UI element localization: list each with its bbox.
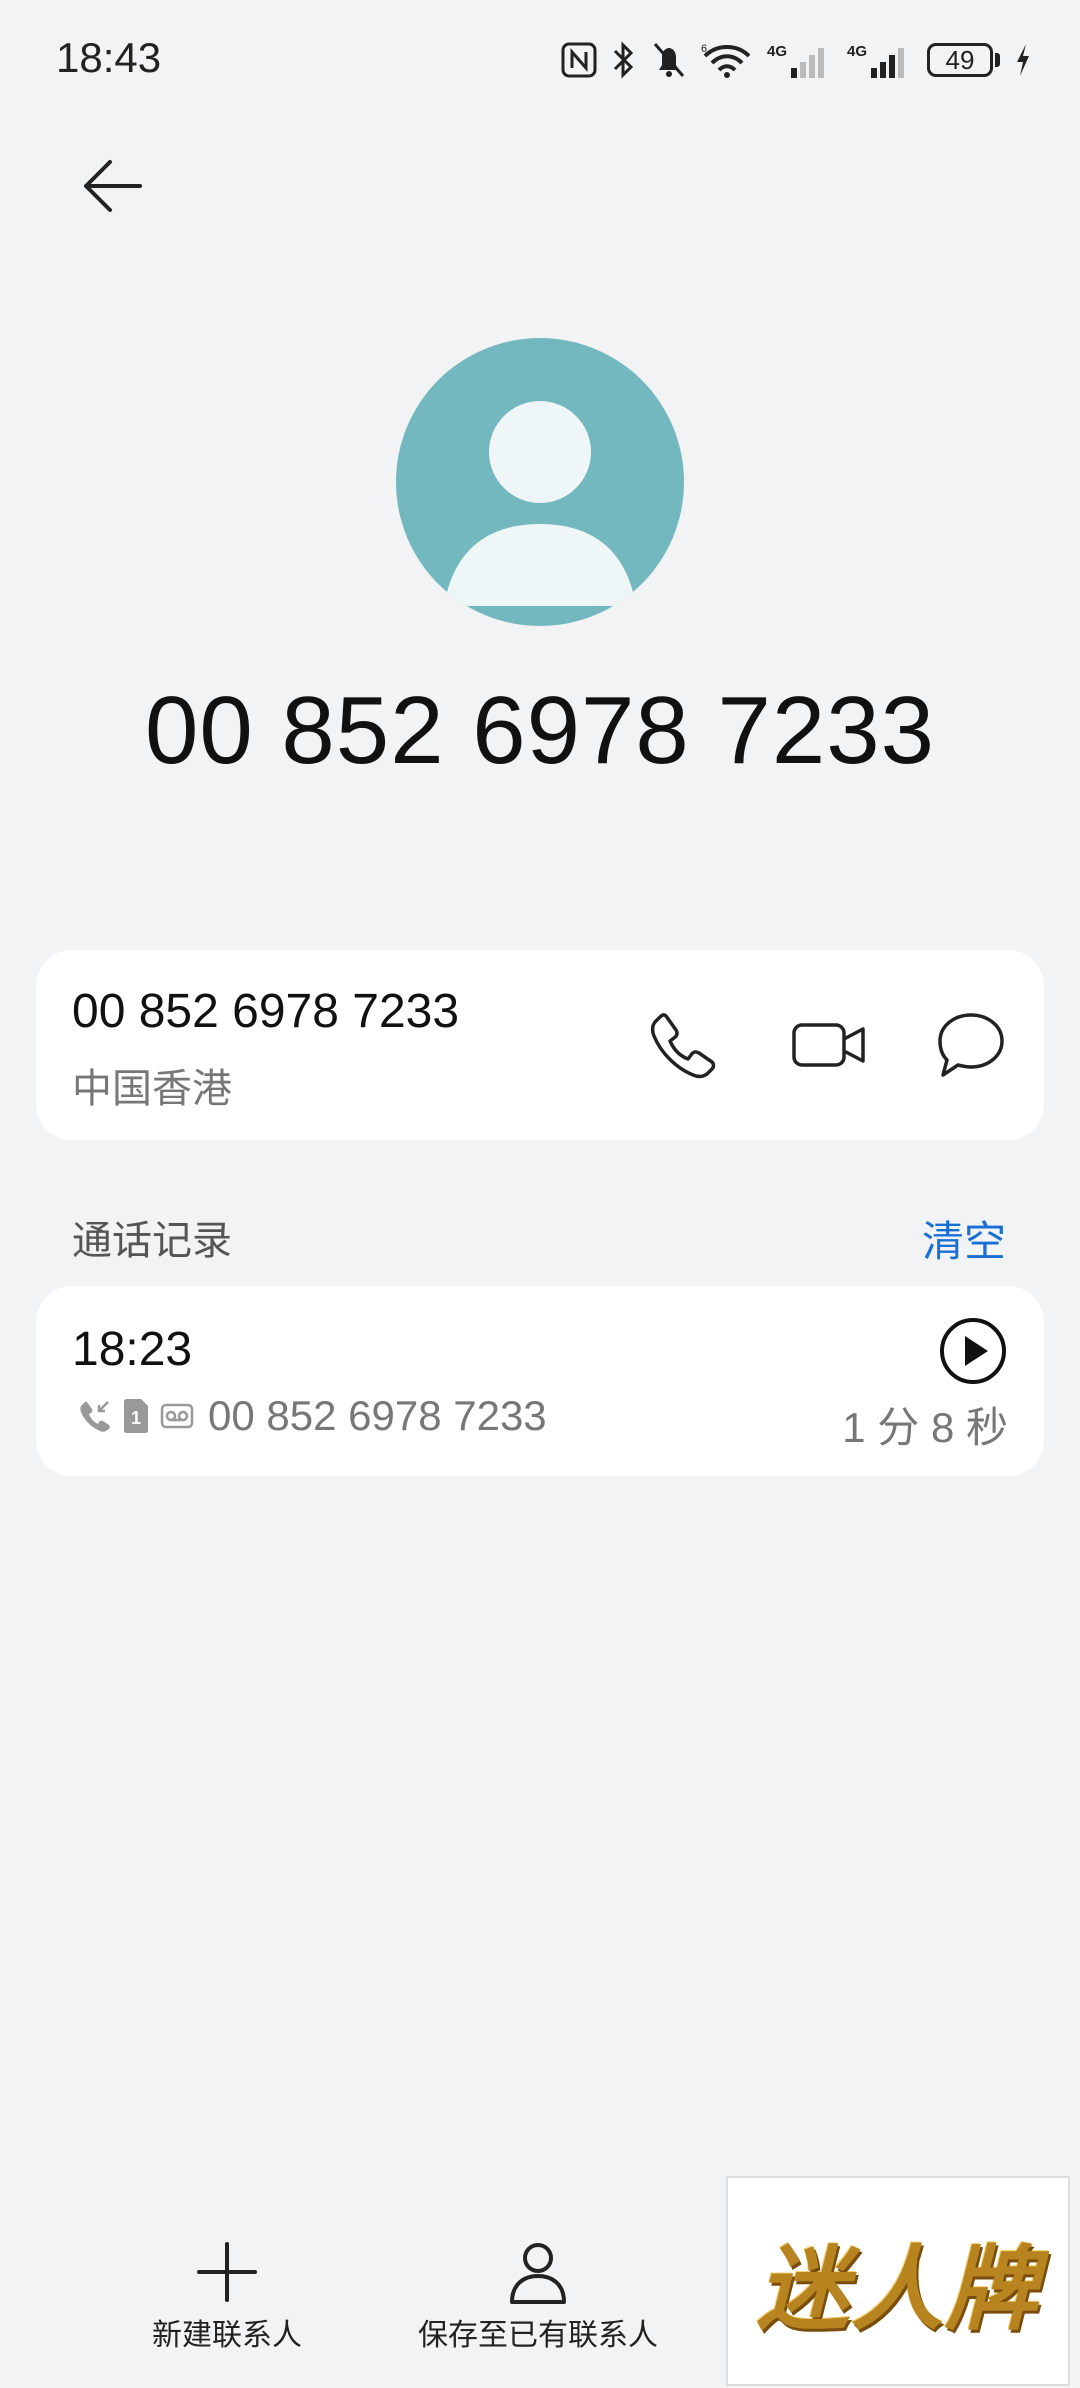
voicemail-icon	[160, 1403, 194, 1429]
back-arrow-icon	[84, 160, 142, 212]
phone-number[interactable]: 00 852 6978 7233	[72, 984, 459, 1039]
number-region: 中国香港	[72, 1067, 232, 1111]
new-contact-label: 新建联系人	[152, 2319, 302, 2352]
call-log-entry[interactable]: 18:23 1 00 852 6978 7233 1 分 8 秒	[36, 1286, 1044, 1476]
nfc-icon	[561, 42, 597, 78]
contact-avatar	[396, 338, 684, 626]
new-contact-button[interactable]: 新建联系人	[152, 2240, 302, 2354]
watermark-logo: 迷人牌	[726, 2176, 1070, 2386]
svg-text:6: 6	[701, 43, 707, 55]
call-duration: 1 分 8 秒	[842, 1404, 1008, 1451]
call-number: 00 852 6978 7233	[208, 1392, 547, 1439]
svg-text:4G: 4G	[847, 43, 867, 60]
phone-icon	[650, 1013, 716, 1079]
wifi-6-icon: 6	[701, 43, 751, 78]
play-recording-button[interactable]	[938, 1316, 1008, 1386]
battery-indicator: 49	[927, 43, 1000, 77]
back-button[interactable]	[66, 140, 158, 232]
video-camera-icon	[792, 1023, 865, 1067]
svg-text:1: 1	[131, 1408, 141, 1428]
save-to-existing-label: 保存至已有联系人	[418, 2319, 658, 2352]
signal-4g-sim2-icon: 4G	[847, 43, 904, 78]
call-meta: 1 00 852 6978 7233	[78, 1392, 547, 1440]
contact-title-number: 00 852 6978 7233	[144, 677, 936, 784]
status-icons: 6 4G 4G 49	[561, 36, 1032, 84]
number-card: 00 852 6978 7233 中国香港	[36, 950, 1044, 1140]
plus-icon	[197, 2242, 257, 2302]
watermark-text: 迷人牌	[756, 2234, 1039, 2343]
clear-call-log-button[interactable]: 清空	[922, 1208, 1006, 1269]
sim1-icon: 1	[124, 1399, 148, 1433]
call-log-header: 通话记录	[72, 1219, 232, 1263]
message-button[interactable]	[928, 1002, 1014, 1088]
signal-4g-sim1-icon: 4G	[767, 43, 824, 78]
person-outline-icon	[510, 2243, 566, 2304]
charging-icon	[1017, 44, 1029, 76]
battery-level: 49	[927, 43, 993, 77]
person-icon	[444, 401, 636, 606]
save-to-existing-contact-button[interactable]: 保存至已有联系人	[418, 2240, 658, 2354]
call-button[interactable]	[640, 1002, 726, 1088]
play-icon	[940, 1318, 1006, 1384]
svg-text:4G: 4G	[767, 43, 787, 60]
bluetooth-icon	[613, 41, 634, 79]
call-time: 18:23	[72, 1323, 193, 1376]
mute-bell-icon	[653, 43, 685, 77]
status-bar: 18:43 6 4G 4G 49	[0, 0, 1080, 120]
status-time: 18:43	[56, 34, 162, 81]
message-bubble-icon	[938, 1013, 1004, 1077]
incoming-call-icon	[80, 1401, 110, 1432]
video-call-button[interactable]	[786, 1002, 872, 1088]
